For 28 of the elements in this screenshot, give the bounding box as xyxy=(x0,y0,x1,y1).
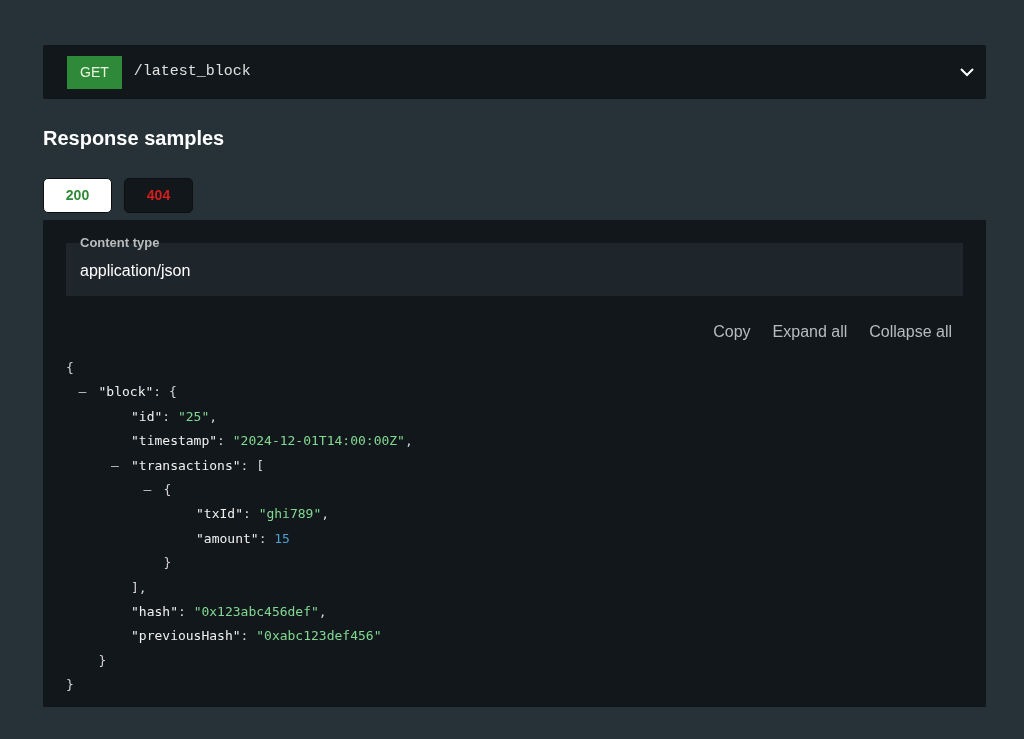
code-line: } xyxy=(66,677,74,693)
content-type-value: application/json xyxy=(80,262,191,279)
code-line: } xyxy=(163,555,172,571)
collapse-toggle[interactable]: – xyxy=(143,477,164,503)
code-action-button[interactable]: Collapse all xyxy=(858,320,963,344)
content-type-label: Content type xyxy=(80,234,160,252)
code-line: "timestamp": "2024-12-01T14:00:00Z", xyxy=(131,433,413,449)
code-line: ], xyxy=(131,579,147,595)
status-tab[interactable]: 200 xyxy=(43,178,112,213)
code-line: { xyxy=(163,481,172,497)
method-badge: GET xyxy=(67,55,122,89)
collapse-toggle[interactable]: – xyxy=(111,453,131,478)
code-line: "txId": "ghi789", xyxy=(196,506,330,522)
code-action-button[interactable]: Copy xyxy=(702,320,762,344)
code-line: "amount": 15 xyxy=(196,530,290,546)
code-line: "hash": "0x123abc456def", xyxy=(131,603,327,619)
code-line: } xyxy=(98,652,107,668)
code-line: "transactions": [ xyxy=(131,457,265,473)
code-line: "previousHash": "0xabc123def456" xyxy=(131,628,382,644)
code-line: "block": { xyxy=(98,384,177,400)
code-line: "id": "25", xyxy=(131,408,218,424)
collapse-toggle[interactable]: – xyxy=(78,380,99,405)
endpoint-path: /latest_block xyxy=(133,61,251,82)
section-title: Response samples xyxy=(43,126,226,151)
chevron-icon[interactable] xyxy=(960,67,974,77)
endpoint-bar[interactable]: GET /latest_block xyxy=(43,45,986,99)
code-line: { xyxy=(66,360,74,375)
code-action-button[interactable]: Expand all xyxy=(761,320,859,344)
